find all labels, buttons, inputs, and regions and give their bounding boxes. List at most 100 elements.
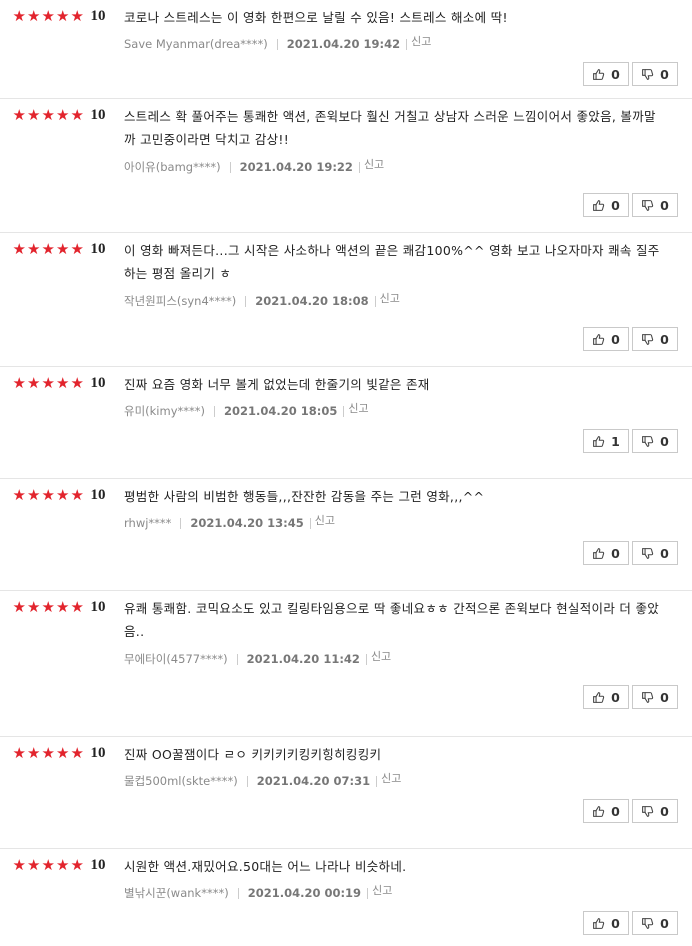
star-icon: ★ — [41, 106, 55, 124]
star-icon: ★ — [56, 106, 70, 124]
dislike-button[interactable]: 0 — [632, 62, 678, 86]
like-count: 0 — [611, 689, 620, 705]
dislike-button[interactable]: 0 — [632, 685, 678, 709]
star-icon: ★ — [56, 744, 70, 762]
report-link[interactable]: 신고 — [315, 512, 335, 528]
review-item: ★ ★ ★ ★ ★ 10 유쾌 통쾌함. 코믹요소도 있고 킬링타임용으로 딱 좋네요ㅎㅎ … — [0, 590, 692, 736]
vote-buttons: 00 — [583, 685, 678, 709]
dislike-button[interactable]: 0 — [632, 911, 678, 935]
dislike-count: 0 — [660, 803, 669, 819]
like-count: 0 — [611, 331, 620, 347]
author-nickname[interactable]: Save Myanmar(drea****) — [124, 37, 268, 51]
review-date: 2021.04.20 00:19 — [247, 886, 362, 900]
star-icon: ★ — [12, 374, 26, 392]
review-meta: 아이유(bamg****) 2021.04.20 19:22 신고 — [124, 156, 384, 175]
star-icon: ★ — [56, 598, 70, 616]
star-icon: ★ — [56, 374, 70, 392]
divider — [343, 405, 345, 417]
review-meta: 별낚시꾼(wank****) 2021.04.20 00:19 신고 — [124, 882, 392, 901]
dislike-button[interactable]: 0 — [632, 327, 678, 351]
star-icon: ★ — [12, 486, 26, 504]
star-icon: ★ — [70, 486, 84, 504]
like-button[interactable]: 0 — [583, 911, 629, 935]
dislike-button[interactable]: 0 — [632, 193, 678, 217]
divider — [358, 161, 360, 173]
star-rating: ★ ★ ★ ★ ★ 10 — [12, 7, 106, 25]
review-date: 2021.04.20 19:22 — [239, 160, 353, 174]
report-link[interactable]: 신고 — [380, 290, 400, 306]
star-icon: ★ — [70, 374, 84, 392]
star-icon: ★ — [56, 240, 70, 258]
dislike-button[interactable]: 0 — [632, 541, 678, 565]
star-icon: ★ — [41, 598, 55, 616]
star-rating: ★ ★ ★ ★ ★ 10 — [12, 240, 106, 258]
like-count: 0 — [611, 803, 620, 819]
review-date: 2021.04.20 18:08 — [255, 294, 369, 308]
report-link[interactable]: 신고 — [348, 400, 368, 416]
like-button[interactable]: 1 — [583, 429, 629, 453]
report-link[interactable]: 신고 — [411, 33, 431, 49]
like-count: 0 — [611, 545, 620, 561]
review-date: 2021.04.20 18:05 — [224, 404, 338, 418]
author-nickname[interactable]: 무에타이(4577****) — [124, 651, 228, 667]
star-icon: ★ — [27, 486, 41, 504]
star-icon: ★ — [27, 240, 41, 258]
star-icon: ★ — [27, 374, 41, 392]
star-icon: ★ — [41, 240, 55, 258]
star-icon: ★ — [12, 240, 26, 258]
like-button[interactable]: 0 — [583, 685, 629, 709]
star-icon: ★ — [70, 598, 84, 616]
dislike-count: 0 — [660, 915, 669, 931]
review-meta: 작년원피스(syn4****) 2021.04.20 18:08 신고 — [124, 290, 400, 309]
review-text: 진짜 요즘 영화 너무 볼게 없었는데 한줄기의 빛같은 존재 — [124, 377, 430, 392]
dislike-button[interactable]: 0 — [632, 799, 678, 823]
star-icon: ★ — [12, 7, 26, 25]
like-button[interactable]: 0 — [583, 327, 629, 351]
star-icon: ★ — [41, 7, 55, 25]
report-link[interactable]: 신고 — [371, 648, 391, 664]
report-link[interactable]: 신고 — [372, 882, 392, 898]
review-meta: 물컵500ml(skte****) 2021.04.20 07:31 신고 — [124, 770, 401, 789]
divider — [374, 295, 376, 307]
review-item: ★ ★ ★ ★ ★ 10 시원한 액션.재밌어요.50대는 어느 나라나 비슷하네. 별낚시꾼… — [0, 848, 692, 935]
divider — [236, 653, 238, 665]
like-button[interactable]: 0 — [583, 193, 629, 217]
star-rating: ★ ★ ★ ★ ★ 10 — [12, 486, 106, 504]
thumbs-down-icon — [641, 805, 660, 818]
star-icon: ★ — [70, 744, 84, 762]
divider — [229, 161, 231, 173]
review-text: 스트레스 확 풀어주는 통쾌한 액션, 존윅보다 훨신 거칠고 상남자 스러운 … — [124, 109, 656, 147]
star-icon: ★ — [56, 486, 70, 504]
author-nickname[interactable]: 아이유(bamg****) — [124, 159, 221, 175]
thumbs-down-icon — [641, 917, 660, 930]
thumbs-down-icon — [641, 435, 660, 448]
like-button[interactable]: 0 — [583, 541, 629, 565]
thumbs-up-icon — [592, 199, 611, 212]
thumbs-up-icon — [592, 68, 611, 81]
rating-score: 10 — [90, 374, 106, 391]
like-button[interactable]: 0 — [583, 62, 629, 86]
review-item: ★ ★ ★ ★ ★ 10 이 영화 빠져든다...그 시작은 사소하나 액션의 끝은 쾌감1… — [0, 232, 692, 366]
like-count: 0 — [611, 915, 620, 931]
review-item: ★ ★ ★ ★ ★ 10 평범한 사람의 비범한 행동들,,,잔잔한 감동을 주는 그런 영… — [0, 478, 692, 590]
divider — [406, 38, 408, 50]
review-text: 평범한 사람의 비범한 행동들,,,잔잔한 감동을 주는 그런 영화,,,^^ — [124, 489, 485, 504]
dislike-button[interactable]: 0 — [632, 429, 678, 453]
dislike-count: 0 — [660, 66, 669, 82]
report-link[interactable]: 신고 — [381, 770, 401, 786]
author-nickname[interactable]: 별낚시꾼(wank****) — [124, 885, 229, 901]
author-nickname[interactable]: 물컵500ml(skte****) — [124, 773, 238, 789]
star-icon: ★ — [12, 598, 26, 616]
like-button[interactable]: 0 — [583, 799, 629, 823]
thumbs-down-icon — [641, 68, 660, 81]
author-nickname[interactable]: 작년원피스(syn4****) — [124, 293, 236, 309]
author-nickname[interactable]: rhwj**** — [124, 516, 171, 530]
report-link[interactable]: 신고 — [364, 156, 384, 172]
author-nickname[interactable]: 유미(kimy****) — [124, 403, 205, 419]
star-icon: ★ — [27, 7, 41, 25]
thumbs-up-icon — [592, 435, 611, 448]
divider — [376, 775, 378, 787]
review-item: ★ ★ ★ ★ ★ 10 진짜 OO꿀잼이다 ㄹㅇ 키키키키킹키힝히킹킹키 물컵500ml(s… — [0, 736, 692, 848]
divider — [309, 517, 311, 529]
like-count: 1 — [611, 433, 620, 449]
